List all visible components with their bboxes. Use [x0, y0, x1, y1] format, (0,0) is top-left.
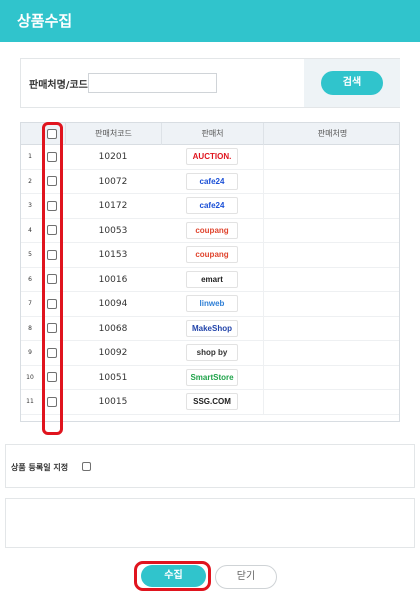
seller-code: 10016 [98, 274, 128, 285]
seller-name [263, 390, 399, 414]
seller-logo-cell: linweb [161, 292, 263, 316]
seller-name [263, 292, 399, 316]
seller-logo-cell: coupang [161, 243, 263, 267]
search-panel: 판매처명/코드 검색 [20, 58, 400, 108]
seller-code: 10094 [98, 299, 128, 309]
row-number: 2 [28, 177, 32, 185]
seller-code: 10051 [98, 372, 128, 383]
modal-title: 상품수집 [17, 12, 73, 30]
table-row[interactable]: 11 10015 SSG.COM [21, 390, 399, 415]
modal-header: 상품수집 [0, 0, 420, 42]
column-header-code: 판매처코드 [65, 123, 161, 145]
seller-name [263, 267, 399, 292]
seller-code: 10153 [98, 250, 128, 260]
seller-logo: SmartStore [186, 368, 238, 386]
table-row[interactable]: 5 10153 coupang [21, 243, 399, 268]
date-range-area [5, 498, 415, 548]
seller-logo-cell: cafe24 [161, 194, 263, 218]
seller-code: 10172 [98, 201, 128, 211]
column-header-seller-name: 판매처명 [263, 123, 399, 145]
seller-code: 10201 [98, 152, 128, 162]
seller-logo: cafe24 [186, 197, 238, 214]
row-number: 3 [28, 202, 32, 209]
seller-name [263, 243, 399, 267]
row-number: 5 [28, 251, 32, 258]
table-row[interactable]: 1 10201 AUCTION. [21, 145, 399, 170]
seller-logo-cell: MakeShop [161, 317, 263, 341]
row-number: 1 [28, 153, 32, 160]
row-number: 8 [28, 324, 32, 332]
seller-logo: shop by [186, 344, 238, 361]
seller-logo: linweb [186, 295, 238, 312]
seller-logo: coupang [186, 221, 238, 239]
table-row[interactable]: 7 10094 linweb [21, 292, 399, 317]
seller-name [263, 218, 399, 243]
table-row[interactable]: 6 10016 emart [21, 267, 399, 292]
seller-name [263, 341, 399, 365]
row-number: 9 [28, 349, 32, 356]
seller-code: 10015 [98, 397, 128, 407]
seller-logo: MakeShop [186, 319, 238, 337]
seller-name [263, 194, 399, 218]
seller-logo-cell: cafe24 [161, 170, 263, 194]
seller-logo-cell: emart [161, 268, 263, 292]
row-number: 4 [28, 226, 32, 234]
row-number: 7 [28, 300, 32, 307]
seller-name [263, 365, 399, 390]
seller-logo-cell: shop by [161, 341, 263, 365]
highlight-checkbox-column [42, 122, 63, 435]
seller-grid: 판매처코드 판매처 판매처명 1 10201 AUCTION. 2 10072 cafe2… [20, 122, 400, 422]
grid-header: 판매처코드 판매처 판매처명 [21, 123, 399, 145]
search-button-area: 검색 [304, 59, 400, 107]
seller-code: 10072 [98, 176, 128, 187]
seller-logo: emart [186, 270, 238, 288]
row-number: 6 [28, 275, 32, 283]
seller-logo-cell: AUCTION. [161, 145, 263, 169]
seller-logo-cell: SmartStore [161, 366, 263, 390]
seller-logo: AUCTION. [186, 148, 238, 165]
table-row[interactable]: 2 10072 cafe24 [21, 169, 399, 194]
date-option-label: 상품 등록일 지정 [11, 463, 69, 472]
seller-name [263, 169, 399, 194]
seller-logo: coupang [186, 246, 238, 263]
column-header-seller: 판매처 [161, 123, 263, 145]
table-row[interactable]: 3 10172 cafe24 [21, 194, 399, 219]
row-number: 11 [26, 398, 34, 405]
seller-logo: SSG.COM [186, 393, 238, 410]
table-row[interactable]: 10 10051 SmartStore [21, 365, 399, 390]
table-row[interactable]: 9 10092 shop by [21, 341, 399, 366]
search-button[interactable]: 검색 [321, 71, 383, 95]
seller-search-input[interactable] [88, 73, 217, 93]
table-row[interactable]: 8 10068 MakeShop [21, 316, 399, 341]
close-button[interactable]: 닫기 [215, 565, 277, 589]
seller-logo-cell: coupang [161, 219, 263, 243]
row-number: 10 [26, 373, 34, 381]
search-label: 판매처명/코드 [29, 80, 88, 91]
seller-logo-cell: SSG.COM [161, 390, 263, 414]
seller-name [263, 316, 399, 341]
seller-name [263, 145, 399, 169]
highlight-collect-button [134, 561, 211, 591]
date-option-checkbox[interactable] [82, 462, 91, 471]
seller-code: 10053 [98, 225, 128, 236]
seller-logo: cafe24 [186, 172, 238, 190]
seller-code: 10092 [98, 348, 128, 358]
table-row[interactable]: 4 10053 coupang [21, 218, 399, 243]
seller-code: 10068 [98, 323, 128, 334]
date-option-panel: 상품 등록일 지정 [5, 444, 415, 488]
